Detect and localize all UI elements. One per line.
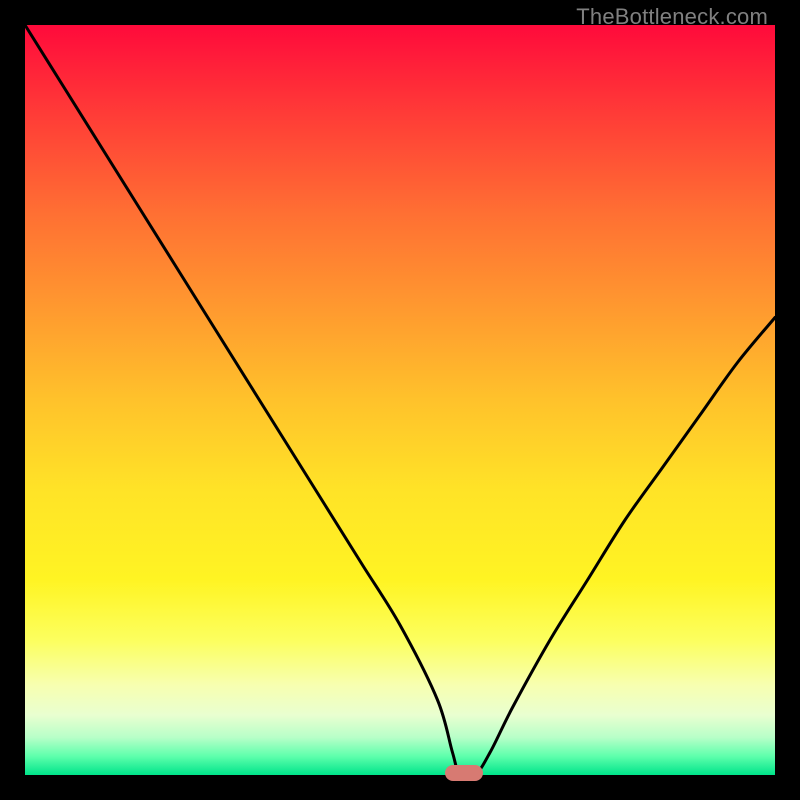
bottleneck-curve bbox=[25, 25, 775, 775]
optimal-marker bbox=[445, 765, 483, 781]
chart-frame bbox=[25, 25, 775, 775]
watermark-text: TheBottleneck.com bbox=[576, 4, 768, 30]
curve-path bbox=[25, 25, 775, 778]
